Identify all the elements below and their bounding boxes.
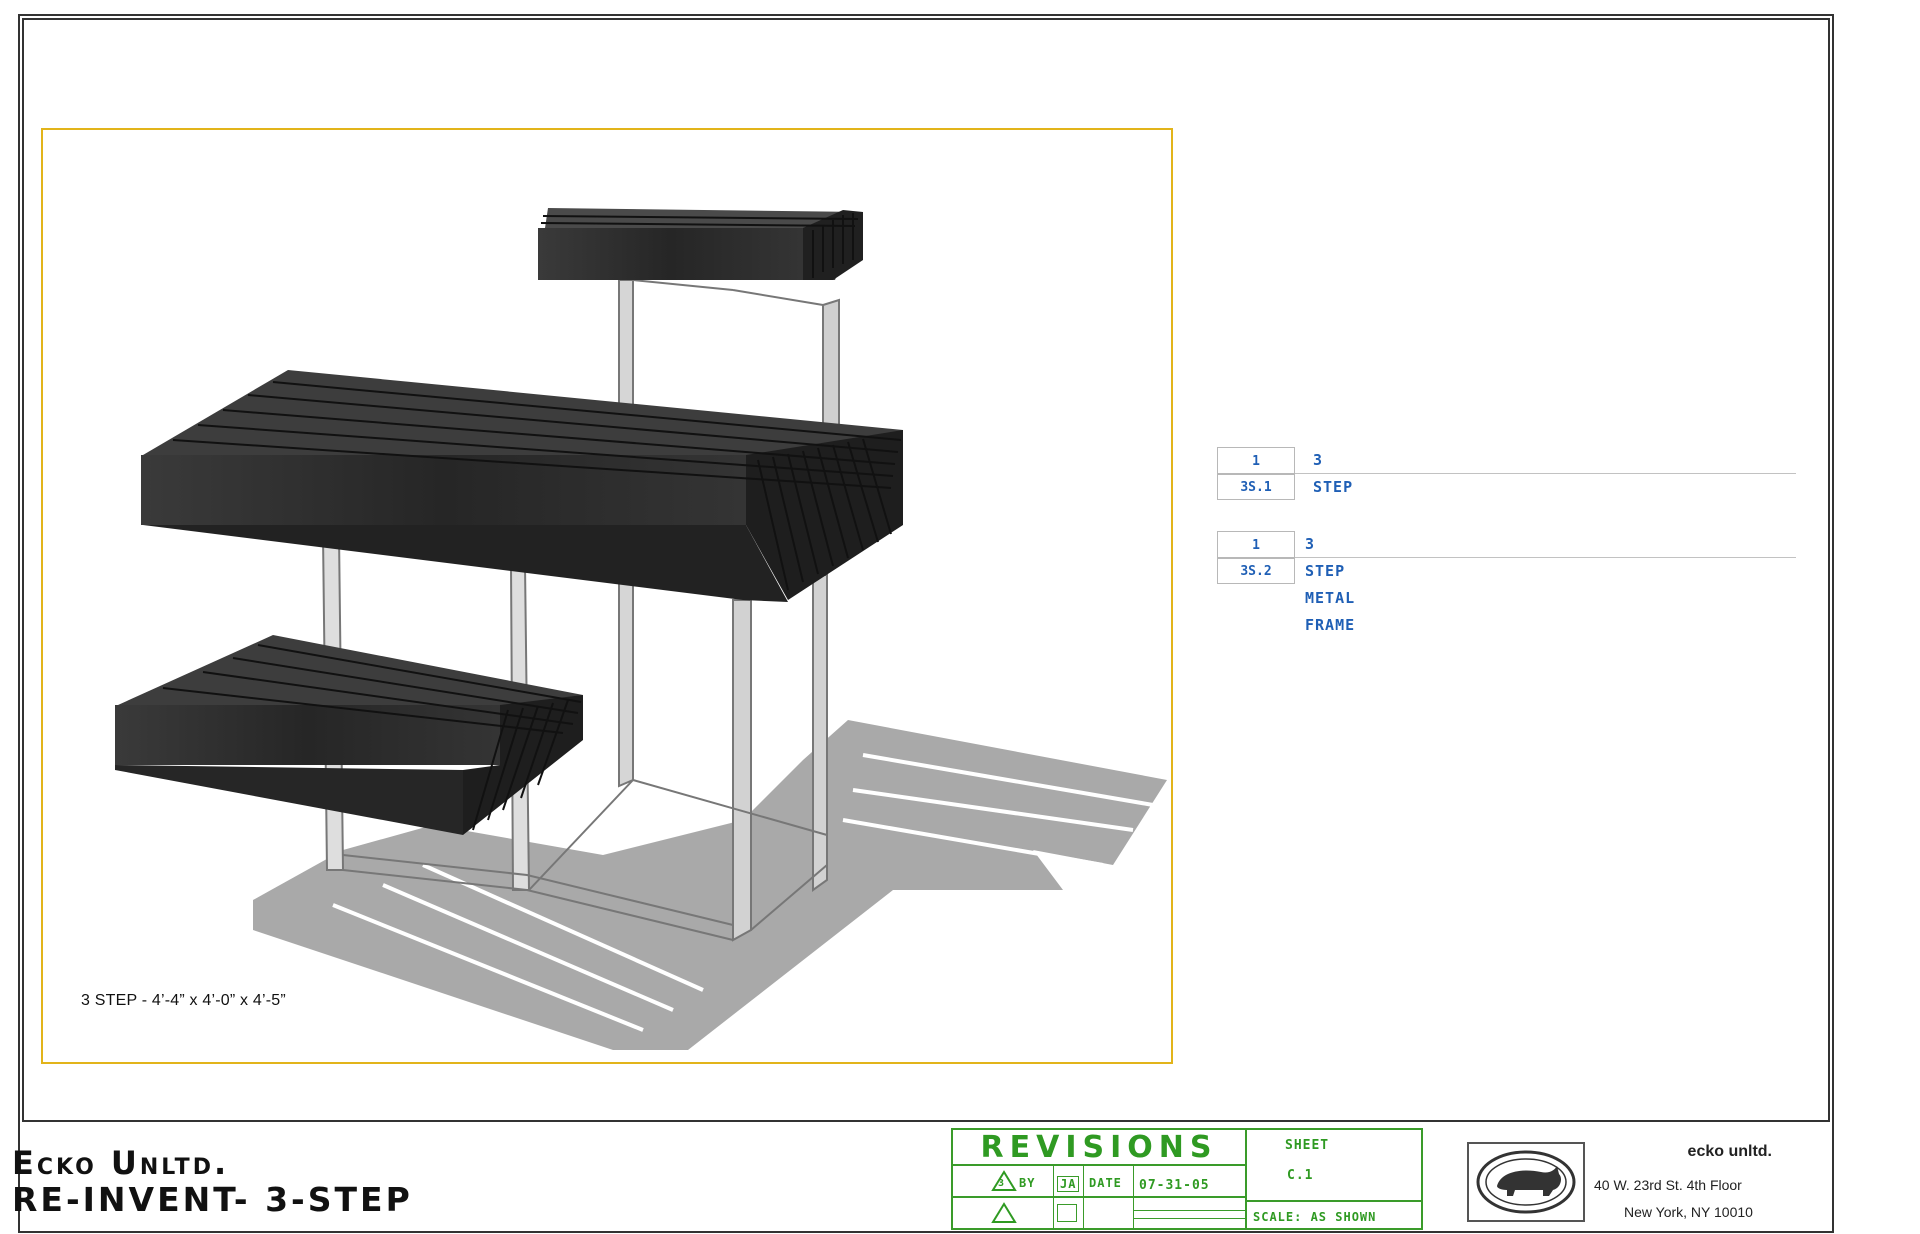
logo-box [1467,1142,1585,1222]
rendering-viewport: 3 STEP - 4’-4” x 4’-0” x 4’-5” [41,128,1173,1064]
empty-cell [1057,1204,1077,1222]
divider [1245,1130,1247,1228]
three-step-rendering [115,208,1167,1050]
reference-sheet: 3S.1 [1217,474,1295,500]
revisions-title: REVISIONS [953,1130,1247,1166]
divider [1245,1200,1421,1202]
address-line-2: New York, NY 10010 [1624,1204,1753,1220]
reference-rule [1295,473,1796,474]
revision-number: 3 [998,1178,1006,1189]
top-step [538,208,863,280]
sheet-label: SHEET [1285,1138,1330,1153]
sheet-scale: SCALE: AS SHOWN [1253,1210,1377,1224]
date-label: DATE [1089,1176,1122,1190]
by-label: BY [1019,1176,1036,1190]
reference-number: 1 [1217,447,1295,474]
revised-by: JA [1057,1176,1080,1192]
reference-rule [1295,557,1796,558]
triangle-icon [991,1202,1017,1223]
divider [1053,1166,1054,1228]
reference-number: 1 [1217,531,1295,558]
reference-sheet: 3S.2 [1217,558,1295,584]
brand-name: ecko unltd. [1687,1143,1772,1160]
drawing-caption: 3 STEP - 4’-4” x 4’-0” x 4’-5” [81,992,286,1009]
revisions-block: REVISIONS 3 BY JA DATE 07-31-05 SHEET C.… [951,1128,1423,1230]
divider [1133,1210,1245,1211]
divider [953,1196,1247,1198]
rhino-logo-icon [1476,1150,1576,1214]
sheet-number: C.1 [1287,1168,1314,1183]
revision-date: 07-31-05 [1139,1178,1210,1193]
divider [1133,1218,1245,1219]
project-title: RE-INVENT- 3-STEP [12,1180,413,1219]
middle-step [141,370,903,602]
divider [1083,1166,1084,1228]
reference-title: 3 STEP METAL FRAME [1305,535,1356,634]
address-line-1: 40 W. 23rd St. 4th Floor [1594,1177,1742,1193]
company-name: Ecko Unltd. [12,1144,230,1182]
reference-title: 3 STEP [1313,451,1354,496]
